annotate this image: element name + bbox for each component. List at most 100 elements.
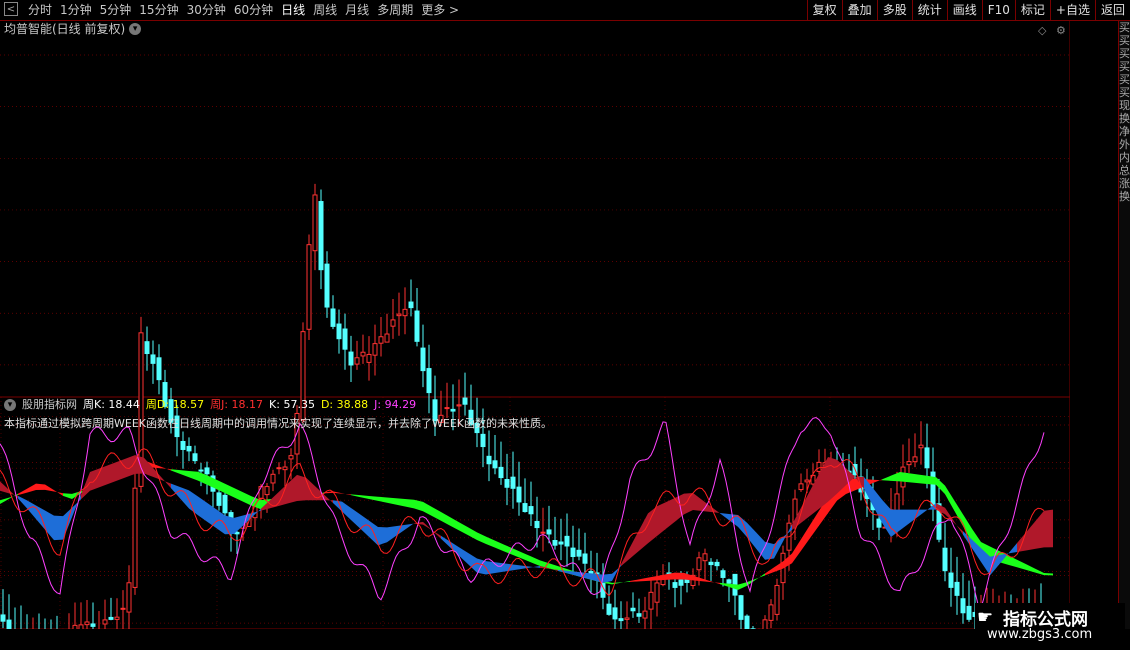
tab-30min[interactable]: 30分钟 xyxy=(187,0,226,20)
daily-kd-band-segment xyxy=(27,500,36,519)
candle-body xyxy=(486,455,492,465)
candle-body xyxy=(942,547,948,572)
daily-kd-band-segment xyxy=(126,455,135,478)
weekly-kd-band-segment xyxy=(630,579,639,582)
weekly-kd-band-segment xyxy=(63,493,72,499)
candle-body xyxy=(570,547,576,558)
candle-body xyxy=(366,353,372,363)
indicator-value-weekj: 周J: 18.17 xyxy=(210,398,264,411)
chevron-down-icon[interactable]: ▾ xyxy=(4,399,16,411)
f10-button[interactable]: F10 xyxy=(981,0,1015,20)
weekly-kd-band-segment xyxy=(36,483,45,491)
candle-body xyxy=(702,553,708,562)
candle-body xyxy=(798,483,804,491)
sidebar-glyph: 换 xyxy=(1119,112,1130,125)
back-arrow-icon[interactable]: < xyxy=(4,2,18,16)
candle-body xyxy=(384,333,390,343)
sidebar-glyph: 买 xyxy=(1119,86,1130,99)
stats-button[interactable]: 统计 xyxy=(911,0,947,20)
pointer-hand-icon: ☛ xyxy=(977,607,994,628)
tab-more[interactable]: 更多 > xyxy=(421,0,459,20)
daily-kd-band-segment xyxy=(81,472,90,500)
daily-kd-band-segment xyxy=(747,522,756,549)
candle-body xyxy=(306,244,312,330)
candle-body xyxy=(456,404,462,407)
indicator-value-weekd: 周D: 18.57 xyxy=(145,398,205,411)
daily-kd-band-segment xyxy=(459,547,468,565)
fuquan-button[interactable]: 复权 xyxy=(806,0,842,20)
candle-body xyxy=(960,598,966,614)
tab-60min[interactable]: 60分钟 xyxy=(234,0,273,20)
candle-body xyxy=(402,308,408,317)
weekly-kd-band-segment xyxy=(45,484,54,492)
weekly-kd-band-segment xyxy=(459,522,468,536)
indicator-name: 股朋指标网 xyxy=(22,398,77,411)
draw-line-button[interactable]: 画线 xyxy=(946,0,982,20)
overlay-button[interactable]: 叠加 xyxy=(841,0,877,20)
candle-body xyxy=(390,319,396,327)
candle-body xyxy=(906,461,912,466)
daily-kd-band-segment xyxy=(45,510,54,541)
diamond-icon[interactable]: ◇ xyxy=(1038,24,1047,37)
daily-kd-band-segment xyxy=(387,526,396,543)
daily-kd-band-segment xyxy=(342,501,351,520)
candle-body xyxy=(396,313,402,317)
tab-15min[interactable]: 15分钟 xyxy=(139,0,178,20)
weekly-kd-band-segment xyxy=(216,479,225,494)
candle-body xyxy=(444,407,450,410)
settings-icon[interactable]: ⚙ xyxy=(1056,24,1066,37)
tab-monthly[interactable]: 月线 xyxy=(345,0,369,20)
tab-5min[interactable]: 5分钟 xyxy=(100,0,132,20)
add-watchlist-button[interactable]: +自选 xyxy=(1049,0,1095,20)
candle-body xyxy=(624,617,630,620)
candle-body xyxy=(342,328,348,350)
candle-body xyxy=(186,445,192,452)
daily-kd-band-segment xyxy=(378,526,387,546)
daily-kd-band-segment xyxy=(405,523,414,530)
candle-body xyxy=(264,486,270,496)
weekly-kd-band-segment xyxy=(189,470,198,481)
daily-kd-band-segment xyxy=(585,572,594,581)
weekly-kd-band-segment xyxy=(414,499,423,512)
weekly-kd-band-segment xyxy=(711,581,720,585)
weekly-kd-band-segment xyxy=(639,577,648,582)
candle-body xyxy=(360,351,366,357)
weekly-kd-band-segment xyxy=(351,494,360,498)
sidebar-glyph: 买 xyxy=(1119,47,1130,60)
tab-multi-period[interactable]: 多周期 xyxy=(377,0,413,20)
return-button[interactable]: 返回 xyxy=(1094,0,1130,20)
weekly-kd-band-segment xyxy=(1035,568,1044,576)
candle-body xyxy=(642,610,648,619)
chevron-down-icon[interactable]: ▾ xyxy=(129,23,142,35)
daily-kd-band-segment xyxy=(693,493,702,511)
weekly-kd-band-segment xyxy=(1044,573,1053,576)
candle-body xyxy=(528,506,534,515)
candle-body xyxy=(744,615,750,629)
candle-body xyxy=(618,618,624,622)
daily-kd-band-segment xyxy=(18,495,27,509)
right-info-sidebar[interactable]: 买买买买买买现换净外内总涨换 xyxy=(1118,21,1130,629)
daily-kd-band-segment xyxy=(351,507,360,529)
tab-daily[interactable]: 日线 xyxy=(281,0,305,20)
tab-fenshi[interactable]: 分时 xyxy=(28,0,52,20)
candle-body xyxy=(816,461,822,472)
candle-body xyxy=(546,529,552,535)
sidebar-glyph: 换 xyxy=(1119,190,1130,203)
tab-weekly[interactable]: 周线 xyxy=(313,0,337,20)
weekly-kd-band-segment xyxy=(513,548,522,559)
candle-body xyxy=(696,557,702,571)
candle-body xyxy=(426,368,432,394)
daily-kd-band-segment xyxy=(225,515,234,535)
candle-body xyxy=(450,408,456,412)
candle-body xyxy=(876,518,882,528)
candle-body xyxy=(270,473,276,484)
daily-kd-band-segment xyxy=(657,502,666,536)
sidebar-glyph: 内 xyxy=(1119,151,1130,164)
candle-body xyxy=(120,607,126,610)
mark-button[interactable]: 标记 xyxy=(1014,0,1050,20)
candle-body xyxy=(708,561,714,566)
chart-area[interactable]: 16.0015.5015.0014.5014.0013.5013.0012.50… xyxy=(0,21,1070,629)
sidebar-glyph: 现 xyxy=(1119,99,1130,112)
multi-stock-button[interactable]: 多股 xyxy=(876,0,912,20)
tab-1min[interactable]: 1分钟 xyxy=(60,0,92,20)
